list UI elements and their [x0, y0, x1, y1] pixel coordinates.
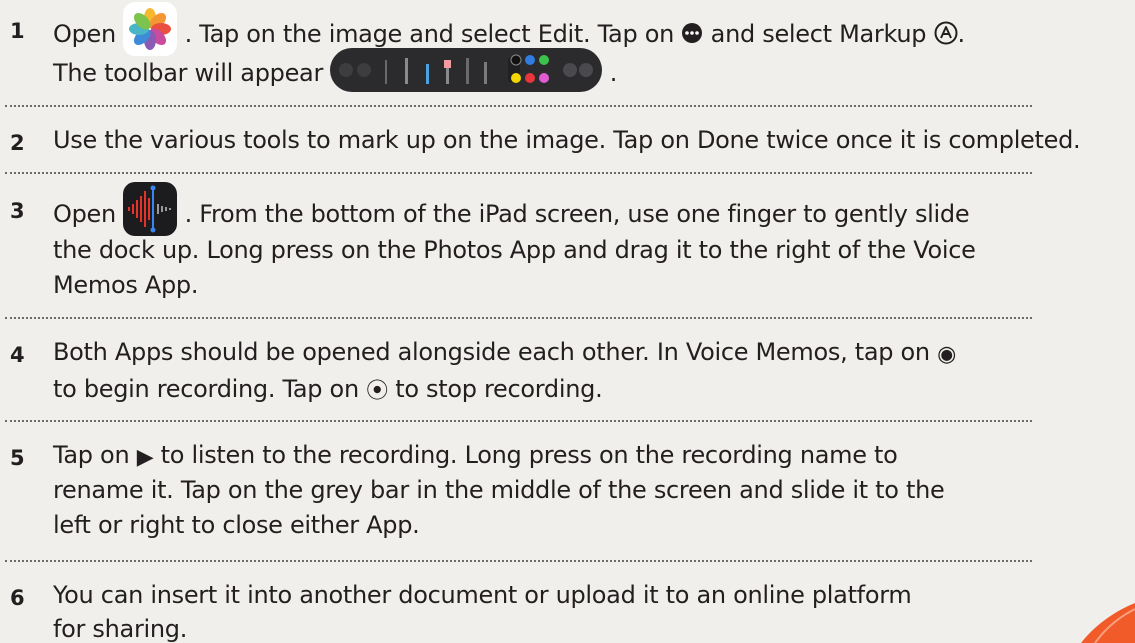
step-6-line-2: for sharing.: [53, 615, 188, 643]
photos-app-icon: [123, 2, 178, 56]
step-5-line-2: rename it. Tap on the grey bar in the mi…: [53, 476, 945, 504]
step-4-line-1: Both Apps should be opened alongside eac…: [53, 338, 957, 367]
play-icon: ▶: [136, 445, 154, 470]
step-2-line-1: Use the various tools to mark up on the …: [53, 126, 1081, 154]
voice-memos-app-icon: [123, 182, 178, 236]
step-5-line-1: Tap on ▶ to listen to the recording. Lon…: [53, 441, 898, 470]
markup-toolbar-image: [330, 48, 603, 92]
step-4-line-2: to begin recording. Tap on ⦿ to stop rec…: [53, 375, 603, 404]
divider: [5, 317, 1032, 319]
step-number: 2: [10, 131, 25, 155]
record-button-icon: ◉: [937, 342, 957, 367]
step-number: 4: [10, 343, 25, 367]
step-6-line-1: You can insert it into another document …: [53, 581, 912, 609]
divider: [5, 420, 1032, 422]
divider: [5, 105, 1032, 107]
markup-pen-icon: [934, 21, 958, 45]
step-3-line-1: Open . From the bottom of the iPad scree…: [53, 182, 970, 236]
step-number: 3: [10, 199, 25, 223]
step-number: 1: [10, 19, 25, 43]
step-number: 6: [10, 586, 25, 610]
step-3-line-3: Memos App.: [53, 271, 199, 299]
divider: [5, 560, 1032, 562]
stop-button-icon: ⦿: [366, 379, 388, 404]
step-number: 5: [10, 446, 25, 470]
step-1-line-2: The toolbar will appear .: [53, 48, 617, 92]
ellipsis-circle-icon: [681, 22, 703, 44]
divider: [5, 172, 1032, 174]
step-5-line-3: left or right to close either App.: [53, 511, 420, 539]
decorative-corner-shape: [1065, 603, 1135, 643]
step-3-line-2: the dock up. Long press on the Photos Ap…: [53, 236, 976, 264]
